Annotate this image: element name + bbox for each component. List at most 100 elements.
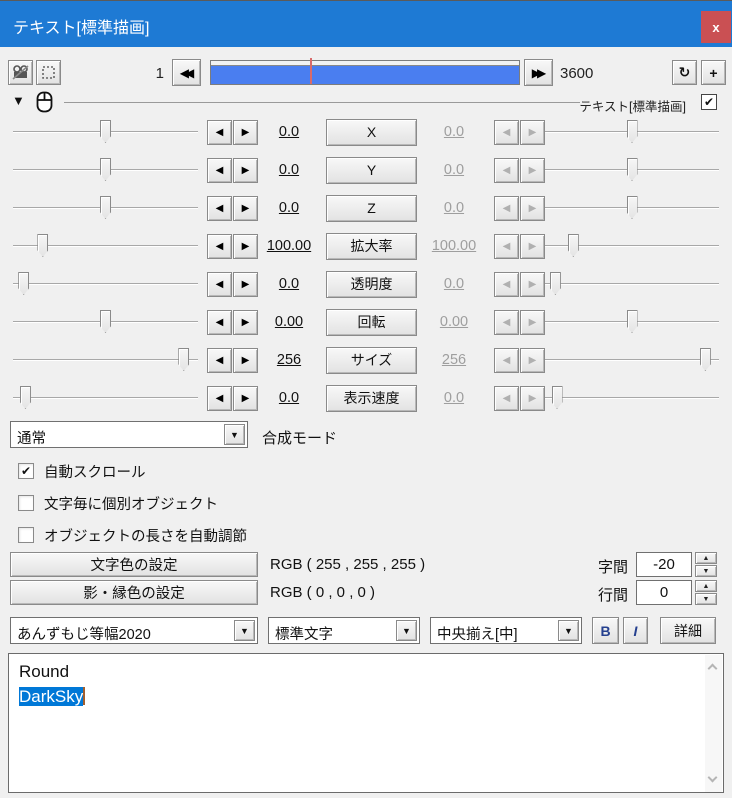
- step-up-button-disabled[interactable]: ▶: [520, 233, 545, 259]
- param-end-value[interactable]: 0.0: [423, 124, 485, 140]
- next-frame-button[interactable]: ▶▶: [524, 59, 553, 86]
- shadow-color-button[interactable]: 影・縁色の設定: [10, 580, 258, 605]
- checkbox[interactable]: [18, 495, 34, 511]
- line-spacing-input[interactable]: 0: [636, 580, 692, 605]
- step-down-button[interactable]: ◀: [207, 119, 232, 145]
- param-slider-right[interactable]: [545, 233, 719, 259]
- step-down-button-disabled[interactable]: ◀: [494, 271, 519, 297]
- param-slider-left[interactable]: [13, 233, 198, 259]
- dropdown-button[interactable]: ▼: [224, 424, 245, 445]
- step-up-button-disabled[interactable]: ▶: [520, 119, 545, 145]
- slider-thumb[interactable]: [100, 310, 111, 333]
- param-slider-left[interactable]: [13, 309, 198, 335]
- blend-mode-select[interactable]: 通常 ▼: [10, 421, 248, 448]
- step-up-button[interactable]: ▶: [233, 195, 258, 221]
- italic-button[interactable]: I: [623, 617, 648, 644]
- param-slider-left[interactable]: [13, 347, 198, 373]
- step-down-button[interactable]: ◀: [207, 347, 232, 373]
- param-name-button[interactable]: 表示速度: [326, 384, 417, 412]
- param-slider-right[interactable]: [545, 309, 719, 335]
- dropdown-button[interactable]: ▼: [234, 620, 255, 641]
- param-slider-right[interactable]: [545, 271, 719, 297]
- param-slider-right[interactable]: [545, 385, 719, 411]
- step-up-button[interactable]: ▶: [233, 347, 258, 373]
- param-name-button[interactable]: サイズ: [326, 346, 417, 374]
- spin-down-button[interactable]: ▼: [695, 593, 717, 605]
- checkbox[interactable]: ✔: [18, 463, 34, 479]
- param-slider-left[interactable]: [13, 157, 198, 183]
- text-line[interactable]: DarkSky: [9, 684, 723, 709]
- slider-thumb[interactable]: [100, 158, 111, 181]
- param-start-value[interactable]: 0.0: [258, 162, 320, 178]
- param-slider-right[interactable]: [545, 195, 719, 221]
- collapse-triangle-icon[interactable]: ▼: [12, 93, 25, 108]
- scroll-down-icon[interactable]: [707, 772, 718, 784]
- spin-down-button[interactable]: ▼: [695, 565, 717, 577]
- param-slider-right[interactable]: [545, 119, 719, 145]
- param-slider-left[interactable]: [13, 195, 198, 221]
- dropdown-button[interactable]: ▼: [558, 620, 579, 641]
- total-frames-value[interactable]: 3600: [560, 65, 630, 82]
- slider-thumb[interactable]: [178, 348, 190, 371]
- step-up-button[interactable]: ▶: [233, 233, 258, 259]
- param-end-value[interactable]: 256: [423, 352, 485, 368]
- param-name-button[interactable]: 透明度: [326, 270, 417, 298]
- param-slider-right[interactable]: [545, 157, 719, 183]
- step-down-button[interactable]: ◀: [207, 157, 232, 183]
- option-auto-scroll[interactable]: ✔ 自動スクロール: [18, 462, 146, 481]
- font-select[interactable]: あんずもじ等幅2020 ▼: [10, 617, 258, 644]
- param-start-value[interactable]: 0.0: [258, 124, 320, 140]
- param-end-value[interactable]: 100.00: [423, 238, 485, 254]
- text-style-select[interactable]: 標準文字 ▼: [268, 617, 420, 644]
- param-end-value[interactable]: 0.0: [423, 200, 485, 216]
- scroll-up-icon[interactable]: [707, 663, 718, 674]
- slider-thumb[interactable]: [626, 120, 638, 143]
- mouse-drag-icon[interactable]: [36, 91, 53, 113]
- param-slider-left[interactable]: [13, 119, 198, 145]
- letter-spacing-input[interactable]: -20: [636, 552, 692, 577]
- dropdown-button[interactable]: ▼: [396, 620, 417, 641]
- prev-frame-button[interactable]: ◀◀: [172, 59, 201, 86]
- step-down-button-disabled[interactable]: ◀: [494, 233, 519, 259]
- param-slider-right[interactable]: [545, 347, 719, 373]
- option-auto-length[interactable]: オブジェクトの長さを自動調節: [18, 526, 247, 545]
- param-name-button[interactable]: 拡大率: [326, 232, 417, 260]
- current-frame-value[interactable]: 1: [120, 65, 164, 82]
- step-down-button-disabled[interactable]: ◀: [494, 157, 519, 183]
- step-down-button-disabled[interactable]: ◀: [494, 119, 519, 145]
- slider-thumb[interactable]: [549, 272, 561, 295]
- slider-thumb[interactable]: [551, 386, 563, 409]
- text-line[interactable]: Round: [9, 654, 723, 684]
- param-start-value[interactable]: 0.00: [258, 314, 320, 330]
- param-end-value[interactable]: 0.0: [423, 276, 485, 292]
- step-down-button[interactable]: ◀: [207, 233, 232, 259]
- alignment-select[interactable]: 中央揃え[中] ▼: [430, 617, 582, 644]
- param-name-button[interactable]: Z: [326, 194, 417, 222]
- step-down-button[interactable]: ◀: [207, 309, 232, 335]
- slider-thumb[interactable]: [100, 120, 111, 143]
- step-up-button[interactable]: ▶: [233, 157, 258, 183]
- slider-thumb[interactable]: [626, 196, 638, 219]
- close-button[interactable]: x: [701, 11, 731, 43]
- bold-button[interactable]: B: [592, 617, 619, 644]
- param-start-value[interactable]: 0.0: [258, 390, 320, 406]
- step-up-button-disabled[interactable]: ▶: [520, 195, 545, 221]
- step-up-button-disabled[interactable]: ▶: [520, 347, 545, 373]
- param-start-value[interactable]: 0.0: [258, 276, 320, 292]
- step-down-button-disabled[interactable]: ◀: [494, 309, 519, 335]
- add-filter-button[interactable]: +: [701, 60, 726, 85]
- option-separate-objects[interactable]: 文字毎に個別オブジェクト: [18, 494, 218, 513]
- slider-thumb[interactable]: [100, 196, 111, 219]
- playhead-marker[interactable]: [309, 58, 312, 84]
- refresh-button[interactable]: ↻: [672, 60, 697, 85]
- param-end-value[interactable]: 0.0: [423, 162, 485, 178]
- filter-enabled-checkbox[interactable]: ✔: [701, 94, 717, 110]
- slider-thumb[interactable]: [699, 348, 711, 371]
- step-down-button[interactable]: ◀: [207, 271, 232, 297]
- clipping-button[interactable]: [36, 60, 61, 85]
- param-name-button[interactable]: X: [326, 118, 417, 146]
- text-color-button[interactable]: 文字色の設定: [10, 552, 258, 577]
- param-start-value[interactable]: 0.0: [258, 200, 320, 216]
- param-slider-left[interactable]: [13, 271, 198, 297]
- slider-thumb[interactable]: [18, 272, 30, 295]
